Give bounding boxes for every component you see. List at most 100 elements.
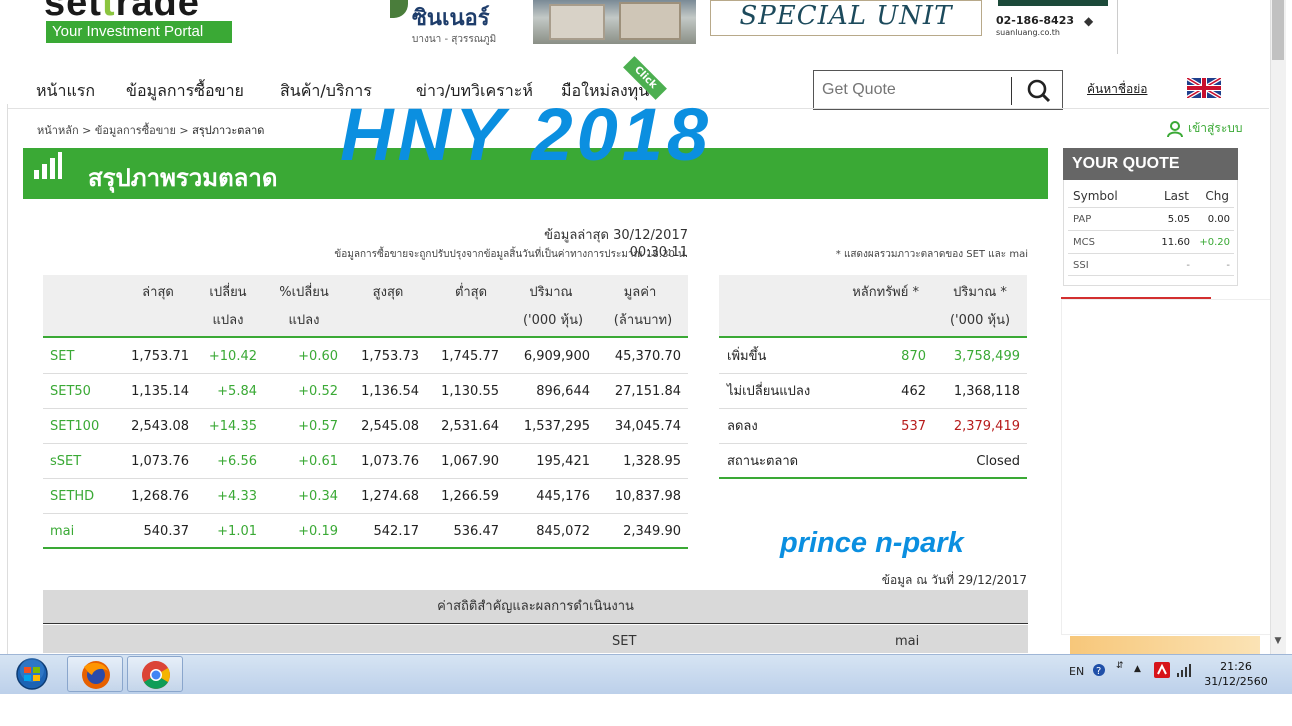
breadcrumb: หน้าหลัก > ข้อมูลการซื้อขาย > สรุปภาวะตล…: [37, 121, 264, 139]
col-value: มูลค่า: [623, 285, 657, 300]
table-bottom-rule: [43, 547, 688, 549]
index-name[interactable]: SETHD: [50, 479, 94, 514]
index-value: 1,328.95: [623, 454, 681, 469]
quote-last: 11.60: [1161, 237, 1190, 248]
login-link[interactable]: เข้าสู่ระบบ: [1166, 119, 1243, 138]
svg-text:?: ?: [1096, 666, 1101, 677]
index-volume: 195,421: [536, 454, 590, 469]
language-indicator[interactable]: EN: [1069, 665, 1084, 678]
index-name[interactable]: sSET: [50, 444, 81, 479]
ad-phone: 02-186-8423: [996, 14, 1075, 27]
col-low: ต่ำสุด: [454, 285, 488, 300]
scrollbar-thumb[interactable]: [1272, 0, 1284, 60]
ad-contact[interactable]: 02-186-8423 suanluang.co.th ◆: [990, 0, 1118, 54]
ad-banner-brand[interactable]: ซินเนอร์ บางนา - สุวรรณภูมิ: [388, 0, 506, 54]
as-of-date: ข้อมูล ณ วันที่ 29/12/2017: [881, 573, 1027, 587]
side-ad-area: [1061, 299, 1274, 635]
index-pct-change: +0.60: [298, 349, 338, 364]
get-quote-box: [813, 70, 1063, 110]
index-low: 1,266.59: [441, 489, 499, 504]
your-quote-title: YOUR QUOTE: [1063, 148, 1238, 180]
market-status-label: สถานะตลาด: [727, 454, 799, 469]
breadcrumb-home[interactable]: หน้าหลัก: [37, 124, 79, 137]
taskbar-clock[interactable]: 21:26 31/12/2560: [1200, 659, 1272, 689]
scroll-down-arrow-icon[interactable]: ▼: [1272, 636, 1284, 646]
quote-row[interactable]: SSI - -: [1068, 253, 1234, 276]
col-pct-change-2: แปลง: [288, 313, 320, 328]
table-row: mai 540.37 +1.01 +0.19 542.17 536.47 845…: [43, 514, 688, 549]
taskbar-firefox[interactable]: [67, 656, 123, 692]
ad-brand-sub: บางนา - สุวรรณภูมิ: [412, 34, 497, 45]
table-row: sSET 1,073.76 +6.56 +0.61 1,073.76 1,067…: [43, 444, 688, 479]
summary-note: * แสดงผลรวมภาวะตลาดของ SET และ mai: [835, 249, 1028, 260]
user-icon: [1167, 120, 1183, 137]
side-banner-strip[interactable]: [1070, 636, 1260, 654]
antivirus-icon[interactable]: [1154, 662, 1170, 681]
symbol-lookup-link[interactable]: ค้นหาชื่อย่อ: [1087, 80, 1147, 99]
ad-web: suanluang.co.th: [996, 28, 1060, 37]
ime-options-icon[interactable]: ⇵: [1116, 661, 1124, 671]
index-high: 1,753.73: [361, 349, 419, 364]
quote-symbol: MCS: [1073, 237, 1095, 248]
index-pct-change: +0.61: [298, 454, 338, 469]
section-title: สรุปภาพรวมตลาด: [88, 164, 278, 192]
index-pct-change: +0.57: [298, 419, 338, 434]
logo-tagline[interactable]: Your Investment Portal: [46, 21, 232, 43]
index-value: 27,151.84: [614, 384, 681, 399]
col-change-2: แปลง: [212, 313, 244, 328]
index-high: 1,073.76: [361, 454, 419, 469]
breadth-label: เพิ่มขึ้น: [727, 349, 767, 364]
search-button[interactable]: [1022, 77, 1056, 105]
col-breadth-volume-unit: ('000 หุ้น): [949, 313, 1011, 328]
index-name[interactable]: SET50: [50, 374, 91, 409]
index-change: +10.42: [208, 349, 257, 364]
index-last: 1,135.14: [131, 384, 189, 399]
uk-flag-icon[interactable]: [1185, 76, 1223, 100]
index-high: 1,274.68: [361, 489, 419, 504]
stats-table-title: ค่าสถิติสำคัญและผลการดำเนินงาน: [43, 590, 1028, 624]
index-value: 10,837.98: [614, 489, 681, 504]
help-icon[interactable]: ?: [1092, 663, 1106, 680]
breadth-volume: 3,758,499: [953, 349, 1020, 364]
breadcrumb-parent[interactable]: ข้อมูลการซื้อขาย: [95, 124, 176, 137]
index-low: 1,745.77: [441, 349, 499, 364]
breadth-row: สถานะตลาด Closed: [719, 444, 1027, 479]
col-last: ล่าสุด: [142, 285, 174, 300]
quote-row[interactable]: MCS 11.60 +0.20: [1068, 230, 1234, 253]
table-row: SET50 1,135.14 +5.84 +0.52 1,136.54 1,13…: [43, 374, 688, 409]
index-name[interactable]: mai: [50, 514, 74, 549]
ad-special-unit[interactable]: SPECIAL UNIT: [710, 0, 982, 36]
index-change: +4.33: [217, 489, 257, 504]
overlay-hny-text: HNY 2018: [340, 93, 713, 176]
market-status-value: Closed: [976, 454, 1020, 469]
nav-home[interactable]: หน้าแรก: [36, 79, 95, 104]
show-hidden-icons[interactable]: ▲: [1134, 664, 1141, 674]
index-low: 1,067.90: [441, 454, 499, 469]
quote-symbol: SSI: [1073, 260, 1089, 271]
stats-table-columns: SET mai: [43, 625, 1028, 653]
index-last: 2,543.08: [131, 419, 189, 434]
quote-row[interactable]: PAP 5.05 0.00: [1068, 207, 1234, 230]
windows-start-icon: [16, 658, 48, 690]
taskbar-chrome[interactable]: [127, 656, 183, 692]
col-value-unit: (ล้านบาท): [613, 313, 673, 328]
table-row: SETHD 1,268.76 +4.33 +0.34 1,274.68 1,26…: [43, 479, 688, 514]
signal-icon[interactable]: [1176, 663, 1192, 680]
table-row: SET 1,753.71 +10.42 +0.60 1,753.73 1,745…: [43, 339, 688, 374]
breadth-row: ไม่เปลี่ยนแปลง 462 1,368,118: [719, 374, 1027, 409]
index-value: 2,349.90: [623, 524, 681, 539]
breadth-count: 462: [901, 384, 926, 399]
index-name[interactable]: SET: [50, 339, 74, 374]
start-button[interactable]: [12, 657, 52, 691]
firefox-icon: [82, 661, 110, 689]
ad-house-image[interactable]: [533, 0, 696, 44]
stats-col-set: SET: [612, 634, 637, 649]
vertical-scrollbar[interactable]: [1270, 0, 1286, 654]
col-volume-unit: ('000 หุ้น): [522, 313, 584, 328]
index-name[interactable]: SET100: [50, 409, 99, 444]
get-quote-input[interactable]: [822, 79, 1012, 101]
nav-trading-info[interactable]: ข้อมูลการซื้อขาย: [126, 79, 244, 104]
yq-col-chg: Chg: [1205, 189, 1229, 203]
index-pct-change: +0.34: [298, 489, 338, 504]
ad-topbar: [998, 0, 1108, 6]
